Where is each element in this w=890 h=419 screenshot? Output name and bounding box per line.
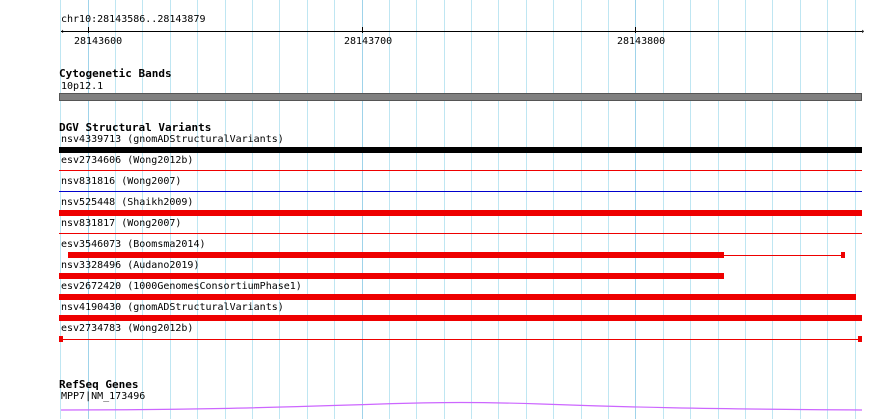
variant-label: nsv525448 (Shaikh2009) [61,197,194,208]
cytoband-bar[interactable] [59,93,862,101]
variant-bar[interactable] [59,210,862,216]
variant-label: nsv4190430 (gnomADStructuralVariants) [61,302,284,313]
variant-block-end[interactable] [841,252,845,258]
cytoband-track-title: Cytogenetic Bands [59,67,172,80]
variant-connector [724,255,842,256]
variant-bar[interactable] [59,315,862,321]
ruler-tick [88,27,89,33]
variant-label: nsv4339713 (gnomADStructuralVariants) [61,134,284,145]
variant-label: esv2734606 (Wong2012b) [61,155,194,166]
variant-label: nsv3328496 (Audano2019) [61,260,200,271]
ruler-tick [362,27,363,33]
variant-bar[interactable] [59,147,862,153]
variant-label: nsv831817 (Wong2007) [61,218,182,229]
variant-label: esv2672420 (1000GenomesConsortiumPhase1) [61,281,302,292]
variant-bar[interactable] [59,233,862,234]
ruler-tick-label: 28143700 [344,36,393,47]
variant-bar[interactable] [59,170,862,171]
arrow-left-icon: ← [61,26,68,37]
variant-bar[interactable] [68,252,724,258]
ruler-tick-label: 28143800 [617,36,666,47]
variant-label: esv3546073 (Boomsma2014) [61,239,206,250]
refseq-track-title: RefSeq Genes [59,378,139,391]
variant-label: nsv831816 (Wong2007) [61,176,182,187]
dgv-track-title: DGV Structural Variants [59,121,212,134]
variant-label: esv2734783 (Wong2012b) [61,323,194,334]
variant-block-end[interactable] [858,336,862,342]
gene-model[interactable] [61,398,862,412]
variant-connector [63,339,858,340]
ruler-tick-label: 28143600 [74,36,123,47]
ruler-tick [635,27,636,33]
ruler[interactable]: ← → [61,26,864,40]
variant-bar[interactable] [59,294,856,300]
variant-bar[interactable] [59,191,862,192]
cytoband-label: 10p12.1 [61,81,104,92]
variant-bar[interactable] [59,273,724,279]
arrow-right-icon: → [857,26,864,37]
ruler-line [61,31,862,32]
region-label: chr10:28143586..28143879 [61,14,206,25]
